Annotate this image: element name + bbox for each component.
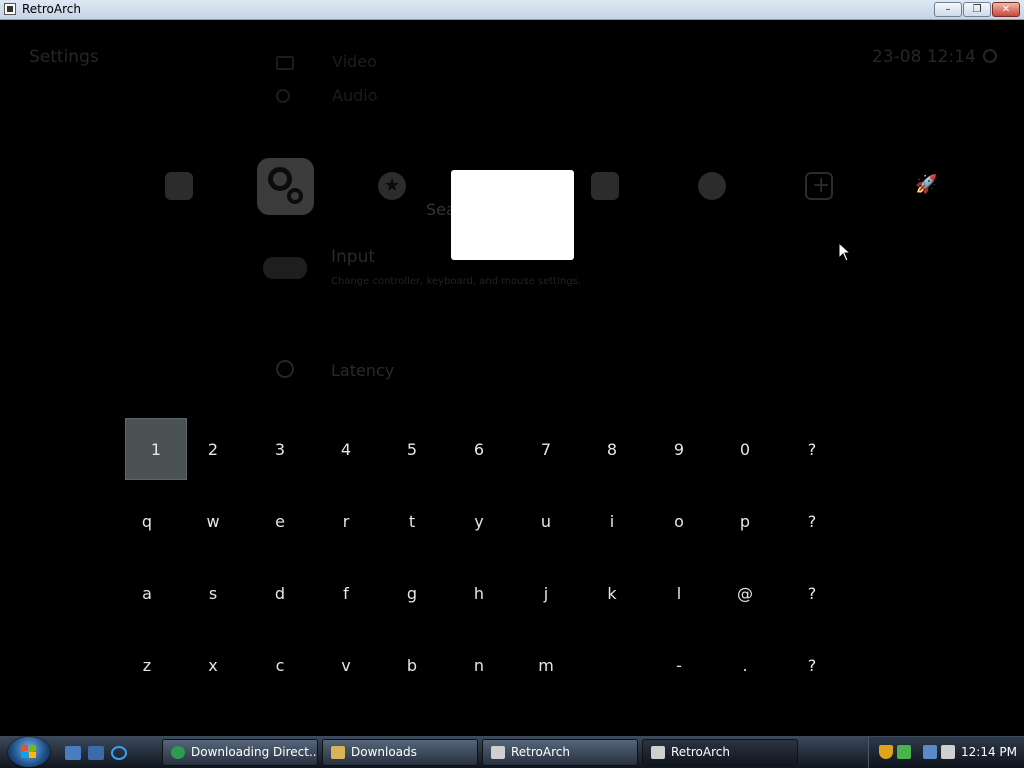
keyboard-key[interactable]: 4 (315, 418, 377, 480)
settings-icon[interactable] (257, 158, 314, 215)
keyboard-key[interactable]: 3 (249, 418, 311, 480)
menu-item-input[interactable]: Input (331, 247, 375, 267)
start-button[interactable] (8, 737, 50, 767)
keyboard-key[interactable]: h (448, 562, 510, 624)
taskbar-button-downloads[interactable]: Downloads (322, 739, 478, 766)
folder-icon (331, 746, 345, 759)
menu-item-input-description: Change controller, keyboard, and mouse s… (331, 276, 582, 287)
keyboard-key[interactable]: ? (781, 418, 843, 480)
rocket-icon[interactable]: 🚀 (911, 172, 939, 200)
keyboard-key[interactable]: r (315, 490, 377, 552)
keyboard-key[interactable]: f (315, 562, 377, 624)
keyboard-key[interactable]: c (249, 634, 311, 696)
taskbar-button-label: RetroArch (671, 745, 730, 759)
taskbar-clock[interactable]: 12:14 PM (961, 745, 1017, 759)
taskbar-button-downloading[interactable]: Downloading Direct... (162, 739, 318, 766)
clock-icon (983, 49, 997, 63)
taskbar-button-retroarch-1[interactable]: RetroArch (482, 739, 638, 766)
add-icon[interactable]: + (805, 172, 833, 200)
gamepad-icon (263, 257, 307, 279)
netplay-icon[interactable] (698, 172, 726, 200)
retroarch-menu: Settings 23-08 12:14 Video Audio ★ + 🚀 S… (0, 20, 1024, 736)
retroarch-icon[interactable] (165, 172, 193, 200)
keyboard-key[interactable]: 9 (648, 418, 710, 480)
keyboard-key[interactable]: m (515, 634, 577, 696)
keyboard-key-empty[interactable] (581, 634, 643, 696)
keyboard-key[interactable]: d (249, 562, 311, 624)
keyboard-key[interactable]: n (448, 634, 510, 696)
keyboard-key[interactable]: t (381, 490, 443, 552)
keyboard-key[interactable]: ? (781, 490, 843, 552)
volume-muted-icon[interactable] (941, 745, 955, 759)
mouse-cursor-icon (838, 242, 852, 262)
keyboard-key[interactable]: i (581, 490, 643, 552)
music-icon (276, 89, 290, 103)
keyboard-key[interactable]: q (116, 490, 178, 552)
taskbar-button-retroarch-2[interactable]: RetroArch (642, 739, 798, 766)
keyboard-key[interactable]: 5 (381, 418, 443, 480)
keyboard-key[interactable]: b (381, 634, 443, 696)
menu-title: Settings (29, 47, 99, 67)
keyboard-key[interactable]: g (381, 562, 443, 624)
keyboard-key[interactable]: l (648, 562, 710, 624)
update-check-icon[interactable] (897, 745, 911, 759)
images-icon[interactable] (591, 172, 619, 200)
taskbar-button-label: RetroArch (511, 745, 570, 759)
keyboard-key[interactable]: - (648, 634, 710, 696)
minimize-button[interactable]: – (934, 2, 962, 17)
taskbar-button-label: Downloading Direct... (191, 745, 318, 759)
keyboard-key[interactable]: ? (781, 634, 843, 696)
download-icon (171, 746, 185, 759)
window-title: RetroArch (22, 2, 81, 16)
keyboard-key[interactable]: k (581, 562, 643, 624)
keyboard-key[interactable]: 2 (182, 418, 244, 480)
close-button[interactable]: ✕ (992, 2, 1020, 17)
switch-windows-icon[interactable] (88, 746, 104, 760)
app-window-icon (4, 3, 16, 15)
keyboard-key[interactable]: p (714, 490, 776, 552)
latency-icon (276, 360, 294, 378)
retroarch-icon (491, 746, 505, 759)
keyboard-key[interactable]: 6 (448, 418, 510, 480)
search-input[interactable] (451, 170, 574, 260)
keyboard-key[interactable]: e (249, 490, 311, 552)
keyboard-key[interactable]: ? (781, 562, 843, 624)
keyboard-key[interactable]: . (714, 634, 776, 696)
windows-logo-icon (21, 745, 36, 758)
network-icon[interactable] (923, 745, 937, 759)
show-desktop-icon[interactable] (65, 746, 81, 760)
security-shield-icon[interactable] (879, 745, 893, 759)
keyboard-key[interactable]: z (116, 634, 178, 696)
keyboard-key[interactable]: y (448, 490, 510, 552)
retroarch-icon (651, 746, 665, 759)
keyboard-key[interactable]: a (116, 562, 178, 624)
video-icon (276, 56, 294, 70)
keyboard-key[interactable]: 1 (125, 418, 187, 480)
keyboard-key[interactable]: x (182, 634, 244, 696)
menu-item-audio[interactable]: Audio (332, 86, 377, 105)
keyboard-key[interactable]: v (315, 634, 377, 696)
menu-item-latency[interactable]: Latency (331, 361, 394, 380)
favorites-icon[interactable]: ★ (378, 172, 406, 200)
keyboard-key[interactable]: o (648, 490, 710, 552)
keyboard-key[interactable]: w (182, 490, 244, 552)
keyboard-key[interactable]: @ (714, 562, 776, 624)
system-tray: 12:14 PM (868, 737, 1024, 768)
taskbar-button-label: Downloads (351, 745, 417, 759)
keyboard-key[interactable]: 0 (714, 418, 776, 480)
menu-item-video[interactable]: Video (332, 52, 377, 71)
window-titlebar[interactable]: RetroArch – ❐ ✕ (0, 0, 1024, 20)
internet-explorer-icon[interactable] (111, 746, 127, 760)
keyboard-key[interactable]: s (182, 562, 244, 624)
maximize-button[interactable]: ❐ (963, 2, 991, 17)
keyboard-key[interactable]: 8 (581, 418, 643, 480)
keyboard-key[interactable]: j (515, 562, 577, 624)
keyboard-key[interactable]: u (515, 490, 577, 552)
clock: 23-08 12:14 (872, 47, 976, 67)
keyboard-key[interactable]: 7 (515, 418, 577, 480)
